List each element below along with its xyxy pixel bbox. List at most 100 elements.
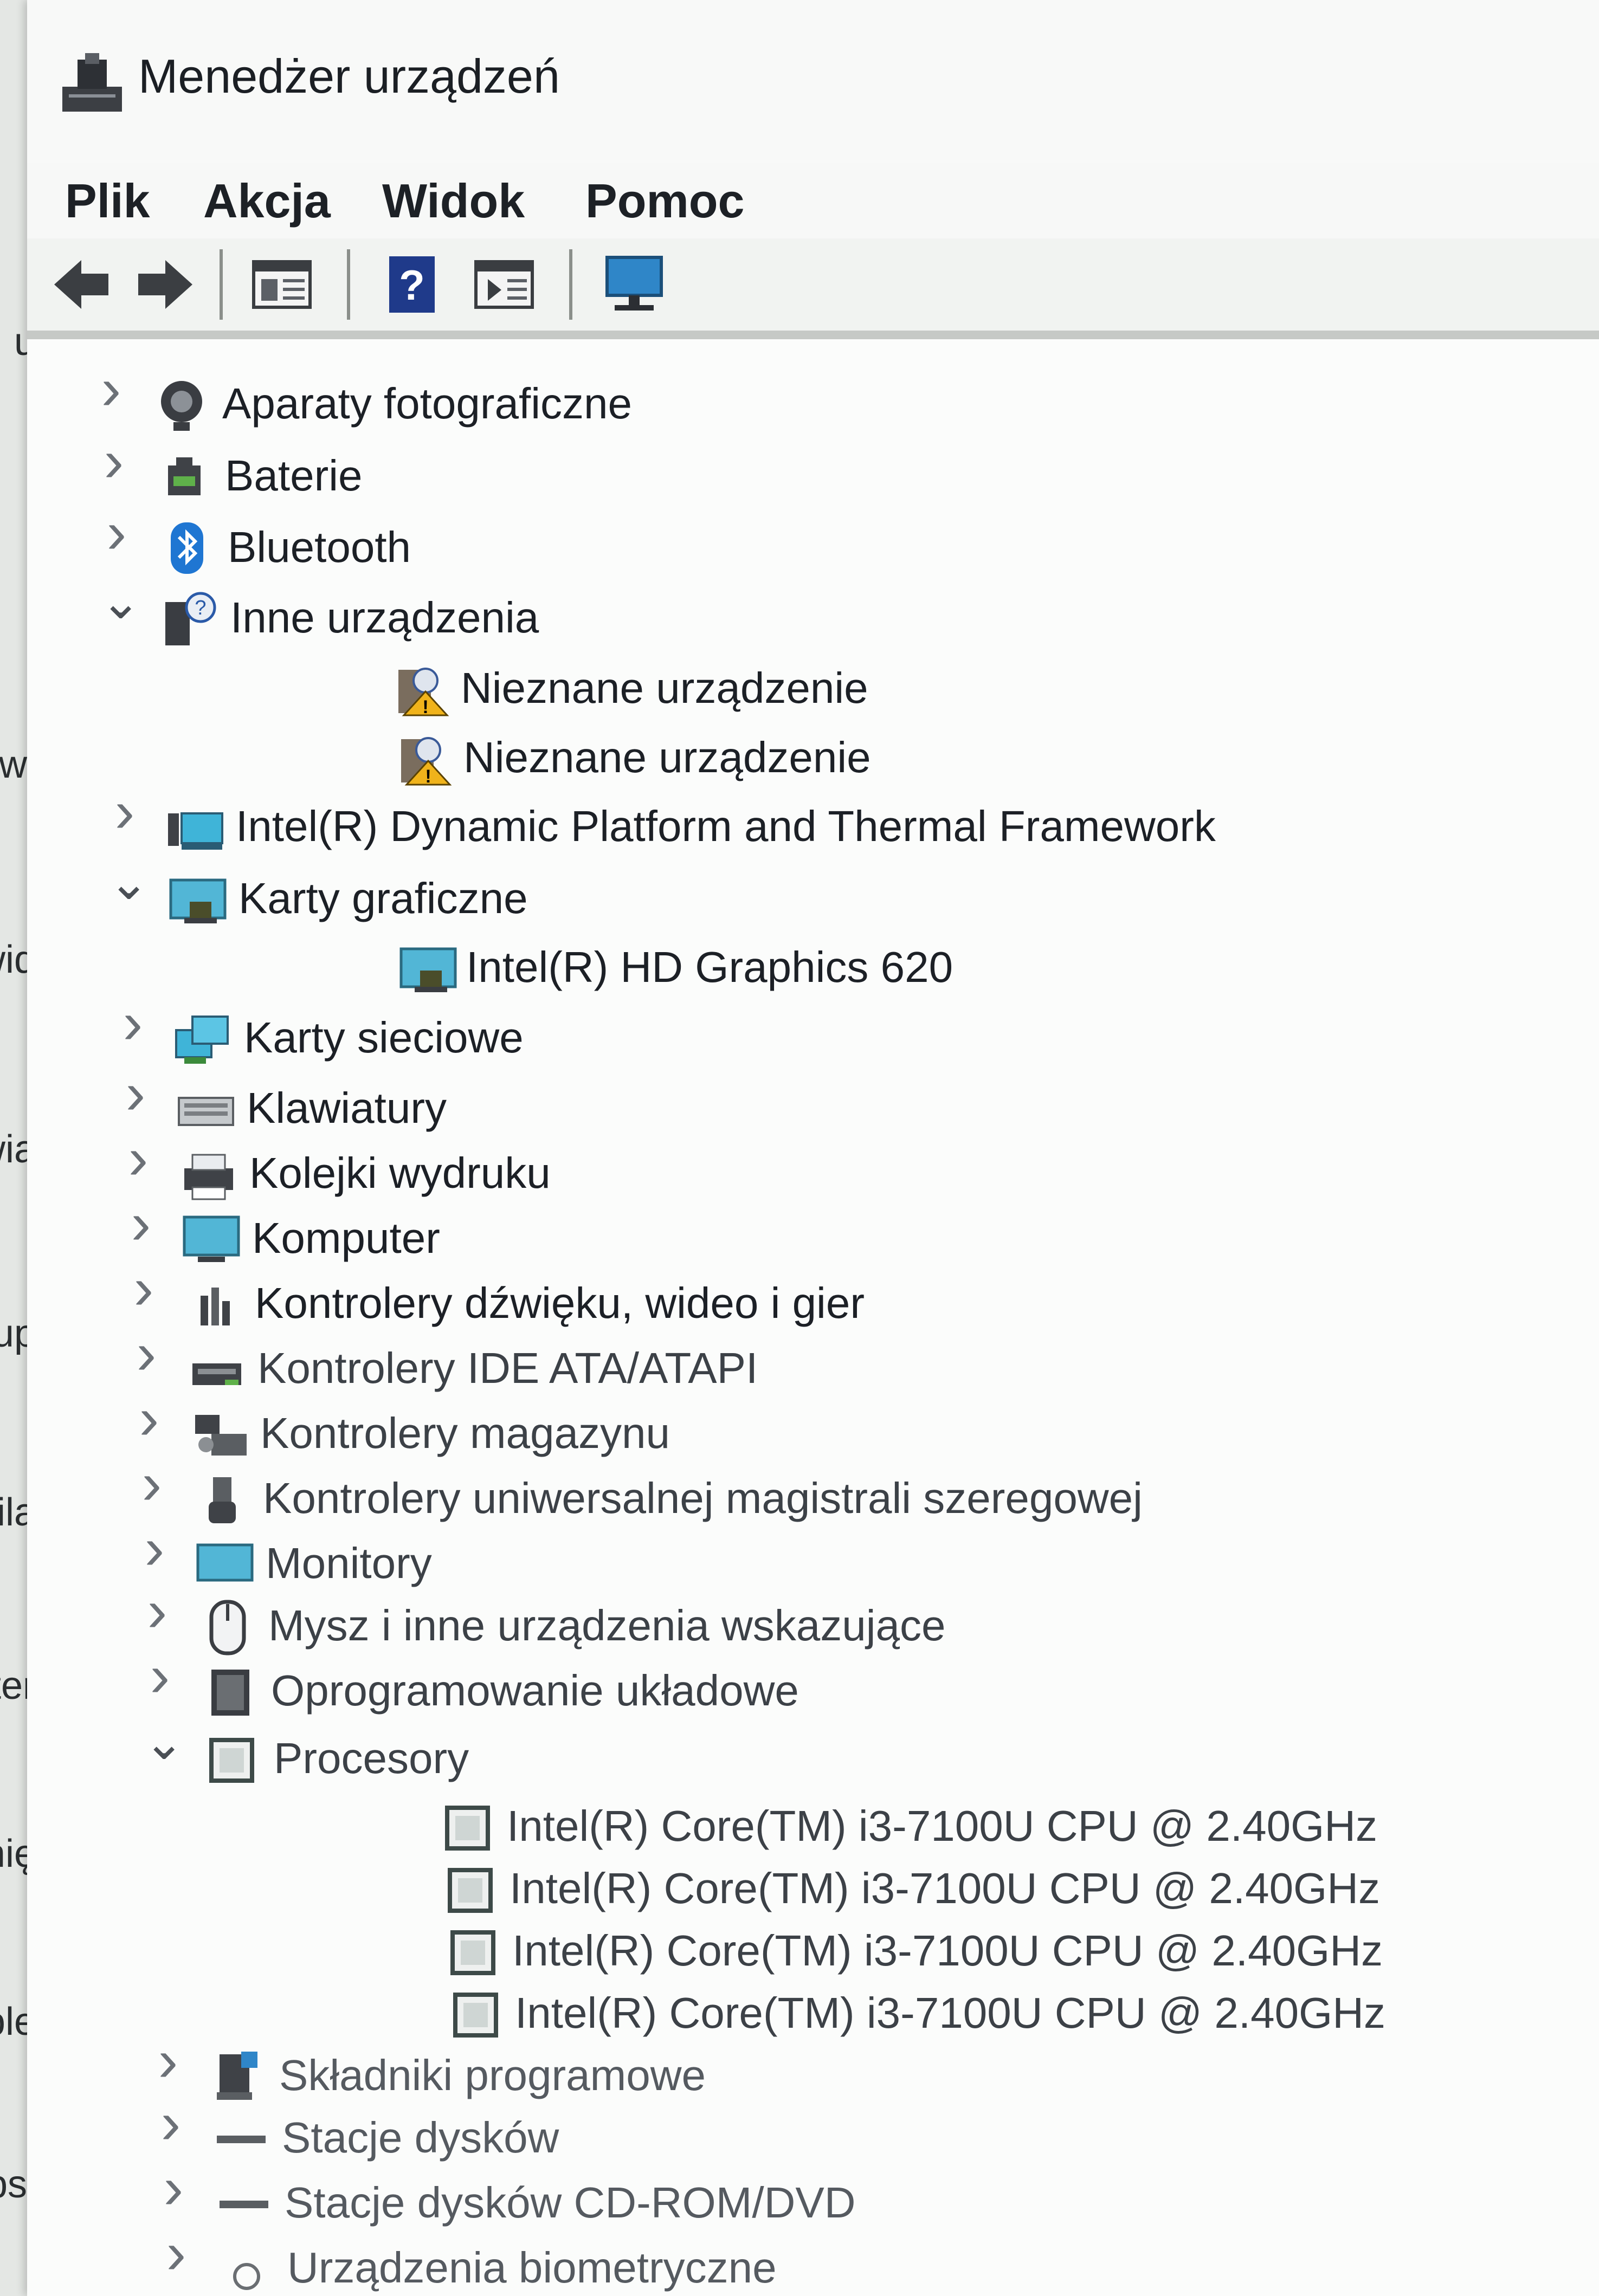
display-adapter-icon [399,947,457,992]
menu-pomoc[interactable]: Pomoc [585,173,744,229]
tree-node[interactable]: › Monitory [136,1519,1588,1599]
processor-icon [450,1930,495,1975]
chevron-down-icon[interactable]: ⌄ [100,578,141,626]
tree-node[interactable]: › Urządzenia biometryczne [157,2223,1588,2296]
tree-node-label: Intel(R) Core(TM) i3-7100U CPU @ 2.40GHz [507,1802,1378,1850]
tree-node[interactable]: ⌄? Inne urządzenia [100,578,1588,654]
tree-node[interactable]: ! Nieznane urządzenie [244,728,1588,793]
tree-node[interactable]: Intel(R) Core(TM) i3-7100U CPU @ 2.40GHz [290,1859,1588,1924]
tree-node-label: Baterie [225,451,363,500]
chevron-right-icon[interactable]: › [141,1646,179,1706]
tree-node-label: Kontrolery uniwersalnej magistrali szere… [263,1474,1143,1522]
printer-icon [184,1154,233,1200]
biometric-icon [233,2263,260,2290]
toolbar-separator [569,249,572,320]
monitor-icon [196,1543,254,1582]
tree-node-label: Kolejki wydruku [249,1149,551,1197]
unknown-device-icon: ? [165,592,216,645]
toolbar-separator [220,249,223,320]
tree-node[interactable]: › Kontrolery IDE ATA/ATAPI [127,1324,1588,1404]
tree-node[interactable]: › Karty sieciowe [114,993,1588,1073]
chevron-right-icon[interactable]: › [98,503,136,562]
chevron-right-icon[interactable]: › [149,2031,187,2091]
tree-node[interactable]: ⌄ Procesory [144,1718,1588,1794]
svg-text:!: ! [422,697,428,717]
tree-node-label: Nieznane urządzenie [461,664,868,712]
tree-node[interactable]: › Komputer [122,1194,1588,1274]
svg-text:?: ? [195,597,206,619]
device-manager-app-icon [62,53,122,112]
title-bar[interactable]: Menedżer urządzeń [27,0,1599,163]
sound-icon [201,1288,230,1325]
tree-node[interactable]: Intel(R) HD Graphics 620 [247,938,1588,1003]
chevron-right-icon[interactable]: › [136,1519,173,1579]
tree-node[interactable]: › Bluetooth [98,503,1588,583]
chevron-right-icon[interactable]: › [133,1454,171,1514]
chevron-right-icon[interactable]: › [119,1129,157,1188]
show-hide-console-tree-icon[interactable] [249,252,314,317]
tree-node[interactable]: › Kontrolery dźwięku, wideo i gier [125,1259,1588,1339]
usb-icon [209,1477,236,1523]
tree-node-label: Bluetooth [228,523,411,571]
chevron-right-icon[interactable]: › [122,1194,160,1253]
tree-node[interactable]: › Składniki programowe [149,2031,1588,2111]
tree-node[interactable]: ! Nieznane urządzenie [241,659,1588,724]
tree-node[interactable]: › Kontrolery magazynu [130,1389,1588,1469]
chevron-right-icon[interactable]: › [125,1259,163,1318]
chevron-right-icon[interactable]: › [114,993,152,1053]
chevron-down-icon[interactable]: ⌄ [144,1718,184,1767]
warning-device-icon: ! [398,668,449,717]
chevron-right-icon[interactable]: › [152,2093,190,2153]
dvd-drive-icon [220,2201,268,2208]
tree-node-label: Kontrolery dźwięku, wideo i gier [255,1279,865,1327]
tree-node-label: Monitory [266,1539,432,1587]
tree-node[interactable]: › Aparaty fotograficzne [92,359,1588,439]
forward-arrow-icon[interactable] [133,252,198,317]
help-icon[interactable]: ? [379,252,444,317]
tree-node-label: Stacje dysków [282,2113,559,2162]
tree-node[interactable]: › Kolejki wydruku [119,1129,1588,1209]
device-tree: › Aparaty fotograficzne › Baterie › Bluetooth… [27,339,1599,2296]
tree-node[interactable]: › Stacje dysków [152,2093,1588,2174]
chevron-right-icon[interactable]: › [130,1389,168,1448]
monitor-icon[interactable] [602,252,667,317]
tree-node[interactable]: › Baterie [95,431,1588,512]
tree-node-label: Składniki programowe [279,2051,706,2099]
chevron-right-icon[interactable]: › [95,431,133,491]
tree-node[interactable]: › Kontrolery uniwersalnej magistrali szer… [133,1454,1588,1534]
tree-node[interactable]: Intel(R) Core(TM) i3-7100U CPU @ 2.40GHz [287,1797,1588,1862]
chevron-right-icon[interactable]: › [127,1324,165,1383]
processor-icon [448,1868,493,1913]
tree-node[interactable]: › Intel(R) Dynamic Platform and Thermal F… [106,782,1588,862]
chevron-right-icon[interactable]: › [157,2223,195,2283]
tree-node-label: Aparaty fotograficzne [222,379,632,428]
tree-node[interactable]: Intel(R) Core(TM) i3-7100U CPU @ 2.40GHz [295,1984,1588,2049]
chevron-right-icon[interactable]: › [117,1064,154,1123]
disk-drive-icon [217,2136,266,2143]
back-arrow-icon[interactable] [49,252,114,317]
tree-node-label: Inne urządzenia [230,593,539,642]
tree-node[interactable]: › Oprogramowanie układowe [141,1646,1588,1726]
menu-widok[interactable]: Widok [382,173,525,229]
tree-node[interactable]: › Stacje dysków CD-ROM/DVD [154,2158,1588,2239]
firmware-icon [211,1670,249,1716]
chevron-right-icon[interactable]: › [138,1581,176,1641]
properties-panel-icon[interactable] [472,252,537,317]
chevron-right-icon[interactable]: › [92,359,130,419]
menu-akcja[interactable]: Akcja [203,173,331,229]
device-manager-window: Menedżer urządzeń Plik Akcja Widok Pomoc… [27,0,1599,2296]
chevron-right-icon[interactable]: › [154,2158,192,2218]
chevron-right-icon[interactable]: › [106,782,144,842]
tree-node[interactable]: Intel(R) Core(TM) i3-7100U CPU @ 2.40GHz [293,1922,1588,1987]
tree-node[interactable]: › Klawiatury [117,1064,1588,1144]
tree-node[interactable]: ⌄ Karty graficzne [108,858,1588,934]
tree-node-label: Karty sieciowe [244,1013,524,1062]
network-adapter-icon [175,1016,229,1064]
menu-plik[interactable]: Plik [65,173,150,229]
warning-device-icon: ! [401,737,452,787]
tree-node-label: Intel(R) Core(TM) i3-7100U CPU @ 2.40GHz [515,1989,1386,2037]
tree-node-label: Kontrolery IDE ATA/ATAPI [257,1344,758,1392]
chevron-down-icon[interactable]: ⌄ [108,858,149,907]
tree-node-label: Oprogramowanie układowe [271,1666,799,1715]
tree-node[interactable]: › Mysz i inne urządzenia wskazujące [138,1581,1588,1661]
